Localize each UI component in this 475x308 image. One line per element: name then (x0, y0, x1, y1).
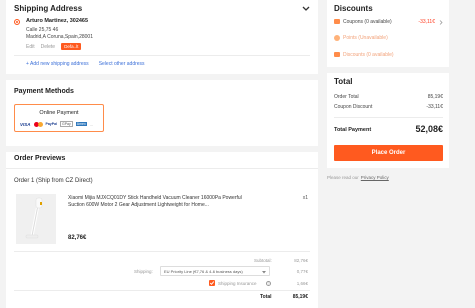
gpay-icon: GPay (60, 121, 73, 127)
mastercard-icon (33, 121, 43, 127)
points-label: Points (Unavailable) (343, 35, 388, 41)
check-icon (209, 281, 215, 285)
order-total-label: Total (260, 294, 272, 300)
total-card: Total Order Total 85,19€ Coupon Discount… (327, 73, 449, 168)
discounts-title: Discounts (334, 4, 373, 13)
insurance-label: Shipping Insurance (218, 281, 257, 286)
order-previews-title: Order Previews (14, 155, 66, 162)
insurance-checkbox[interactable] (209, 280, 215, 286)
shipping-address-title: Shipping Address (14, 4, 83, 13)
chevron-down-icon[interactable] (302, 6, 310, 12)
shipping-label: Shipping: (134, 269, 153, 274)
coupons-label[interactable]: Coupons (0 available) (343, 19, 392, 25)
visa-icon: VISA (20, 121, 31, 127)
address-name: Arturo Martinez, 302465 (26, 18, 89, 24)
place-order-button[interactable]: Place Order (334, 145, 443, 161)
vacuum-icon (25, 197, 43, 239)
subtotal-label: Subtotal: (254, 258, 272, 263)
privacy-policy-link[interactable]: Privacy Policy (361, 175, 389, 180)
voucher-icon (334, 52, 340, 57)
product-qty: x1 (302, 195, 308, 201)
insurance-value: 1,66€ (296, 281, 308, 286)
info-icon[interactable]: ? (266, 280, 271, 286)
order-total-summary-label: Order Total (334, 94, 359, 100)
delete-address-link[interactable]: Delete (41, 44, 55, 50)
address-city: Madrid,A Coruna,Spain,28001 (26, 34, 93, 40)
payment-methods-card: Payment Methods Online Payment VISA PayP… (6, 80, 318, 146)
order-group-label: Order 1 (Ship from CZ Direct) (14, 178, 93, 184)
online-payment-label: Online Payment (39, 110, 79, 116)
edit-address-link[interactable]: Edit (26, 44, 35, 50)
points-icon (334, 35, 340, 41)
shipping-method-value: EU Priority Line (€7,76 & 4-6 business d… (164, 269, 243, 274)
online-payment-option[interactable]: Online Payment VISA PayPal GPay Amex ... (14, 104, 104, 132)
order-previews-card: Order Previews Order 1 (Ship from CZ Dir… (6, 152, 318, 308)
amex-icon: Amex (75, 122, 87, 126)
subtotal-value: 82,76€ (294, 258, 308, 263)
payment-methods-title: Payment Methods (14, 88, 74, 95)
coupon-discount-label: Coupon Discount (334, 104, 373, 110)
order-total-value: 85,19€ (292, 294, 308, 300)
chevron-right-icon[interactable] (439, 20, 443, 25)
product-title[interactable]: Xiaomi Mijia MJXCQ01DY Stick Handheld Va… (68, 195, 258, 209)
policy-prefix: Please read our (327, 175, 359, 180)
order-total-summary-value: 85,19€ (427, 94, 443, 100)
total-payment-value: 52,08€ (415, 124, 443, 134)
shipping-method-select[interactable]: EU Priority Line (€7,76 & 4-6 business d… (160, 266, 270, 276)
more-payment-icon: ... (89, 121, 94, 127)
product-image[interactable] (16, 194, 56, 244)
coupon-icon (334, 19, 340, 24)
vouchers-label: Discounts (0 available) (343, 52, 394, 58)
add-new-address-link[interactable]: + Add new shipping address (26, 61, 89, 67)
address-street: Calle 25,75 46 (26, 27, 59, 33)
default-badge: Defa..lt (61, 43, 82, 50)
product-price: 82,76€ (68, 235, 87, 241)
address-radio[interactable] (14, 19, 20, 25)
total-title: Total (334, 77, 353, 86)
shipping-address-card: Shipping Address Arturo Martinez, 302465… (6, 0, 318, 74)
coupons-value[interactable]: -33,11€ (418, 19, 435, 25)
paypal-icon: PayPal (45, 122, 57, 126)
discounts-card: Discounts Coupons (0 available) -33,11€ … (327, 0, 449, 67)
select-other-address-link[interactable]: Select other address (99, 61, 145, 67)
payment-logos: VISA PayPal GPay Amex ... (20, 121, 93, 127)
dropdown-icon (262, 270, 266, 273)
shipping-value: 0,77€ (296, 269, 308, 274)
coupon-discount-value: -33,11€ (426, 104, 443, 110)
total-payment-label: Total Payment (334, 127, 372, 133)
